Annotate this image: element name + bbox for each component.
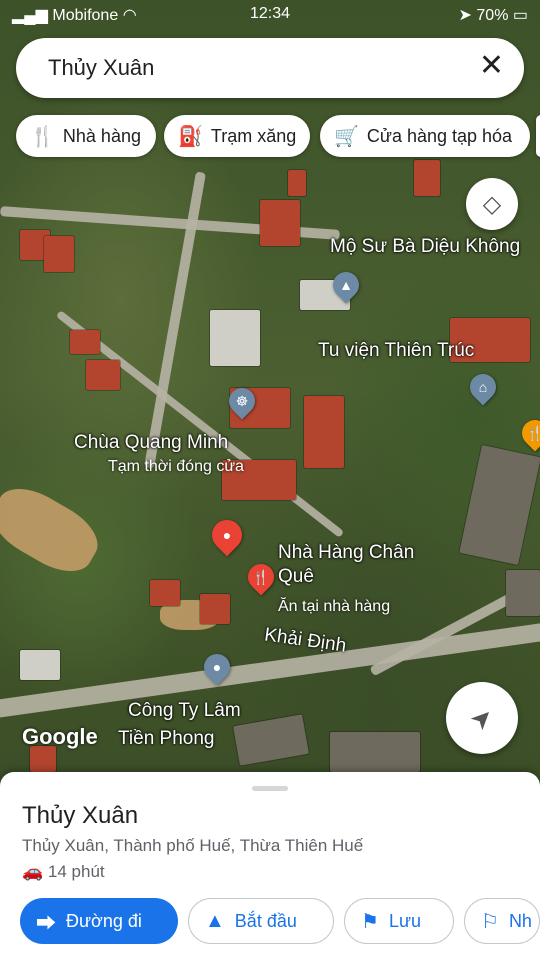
fork-knife-icon: 🍴: [30, 125, 55, 148]
building: [288, 170, 306, 196]
save-button[interactable]: ⚑ Lưu: [344, 898, 454, 944]
status-bar: ▂▄▆ Mobifone ◠ 12:34 ➤ 70% ▭: [0, 0, 540, 30]
building: [506, 570, 540, 616]
place-title: Thủy Xuân: [22, 802, 139, 829]
search-query[interactable]: Thủy Xuân: [48, 55, 154, 81]
temple-icon: ⌂: [478, 379, 488, 395]
building: [414, 160, 440, 196]
my-location-button[interactable]: ➤: [446, 682, 518, 754]
place-address: Thủy Xuân, Thành phố Huế, Thừa Thiên Huế: [22, 836, 364, 855]
poi-pin-tu-vien[interactable]: ⌂: [464, 368, 502, 406]
chip-label: Cửa hàng tạp hóa: [366, 125, 513, 146]
building: [44, 236, 74, 272]
dharma-wheel-icon: ☸: [235, 393, 249, 409]
chip-label: Trạm xăng: [210, 125, 297, 146]
poi-status-chua: Tạm thời đóng cửa: [108, 458, 244, 475]
search-bar[interactable]: Thủy Xuân ✕: [16, 38, 524, 98]
fork-knife-icon: 🍴: [252, 569, 270, 585]
chip-label: Nhà hàng: [62, 125, 141, 146]
navigation-arrow-icon: ➤: [463, 699, 500, 736]
building: [330, 732, 420, 772]
label-button[interactable]: ⚐ Nh: [464, 898, 540, 944]
layers-button[interactable]: ◇: [466, 178, 518, 230]
poi-label-cong-ty-2[interactable]: Tiền Phong: [118, 728, 214, 750]
layers-icon: ◇: [482, 190, 502, 218]
chip-restaurants[interactable]: 🍴 Nhà hàng: [16, 115, 156, 157]
building: [86, 360, 120, 390]
poi-sub-nha-hang: Ăn tại nhà hàng: [278, 598, 391, 615]
directions-button[interactable]: ⮕ Đường đi: [20, 898, 178, 944]
place-bottom-sheet[interactable]: Thủy Xuân Thủy Xuân, Thành phố Huế, Thừa…: [0, 772, 540, 960]
chip-grocery[interactable]: 🛒 Cửa hàng tạp hóa: [320, 115, 530, 157]
gas-pump-icon: ⛽: [178, 125, 203, 148]
place-icon: ●: [212, 659, 222, 675]
chip-gas-stations[interactable]: ⛽ Trạm xăng: [164, 115, 310, 157]
bookmark-icon: ⚑: [361, 910, 379, 933]
drag-handle[interactable]: [252, 786, 288, 791]
dot-icon: ●: [222, 527, 232, 543]
poi-pin-chua[interactable]: ☸: [223, 382, 261, 420]
poi-label-nha-hang-1[interactable]: Nhà Hàng Chân: [278, 542, 414, 564]
navigation-icon: ▲: [205, 909, 225, 932]
poi-label-tu-vien[interactable]: Tu viện Thiên Trúc: [318, 340, 474, 362]
poi-label-chua[interactable]: Chùa Quang Minh: [74, 432, 228, 454]
poi-label-nha-hang-2[interactable]: Quê: [278, 566, 314, 588]
building: [233, 714, 309, 766]
travel-time: 🚗 14 phút: [22, 862, 105, 881]
poi-label-cong-ty-1[interactable]: Công Ty Lâm: [128, 700, 241, 722]
fork-icon: 🍴: [526, 425, 540, 441]
google-logo: Google: [22, 724, 98, 749]
chip-more[interactable]: [536, 115, 540, 157]
poi-label-mo-su[interactable]: Mộ Sư Bà Diệu Không: [330, 236, 520, 258]
building: [210, 310, 260, 366]
start-button[interactable]: ▲ Bắt đầu: [188, 898, 334, 944]
location-icon: ➤: [458, 7, 472, 24]
building: [260, 200, 300, 246]
directions-icon: ⮕: [36, 912, 56, 935]
building: [459, 444, 540, 566]
battery-icon: ▭: [512, 7, 528, 24]
tomb-icon: ▲: [339, 277, 353, 293]
building: [150, 580, 180, 606]
cart-icon: 🛒: [334, 125, 359, 148]
poi-pin-cong-ty[interactable]: ●: [198, 648, 236, 686]
flag-icon: ⚐: [481, 910, 499, 933]
dirt-patch: [0, 476, 108, 584]
battery-indicator: ➤ 70% ▭: [458, 7, 528, 24]
building: [20, 650, 60, 680]
building: [70, 330, 100, 354]
building: [200, 594, 230, 624]
road-label-khai-dinh: Khải Định: [263, 624, 348, 657]
poi-pin-nha-hang[interactable]: 🍴: [242, 558, 280, 596]
car-icon: 🚗: [22, 862, 44, 881]
building: [304, 396, 344, 468]
selected-location-pin[interactable]: ●: [205, 513, 249, 557]
poi-pin-amber[interactable]: 🍴: [516, 414, 540, 452]
close-icon[interactable]: ✕: [479, 51, 504, 81]
poi-pin-mo-su[interactable]: ▲: [327, 266, 365, 304]
